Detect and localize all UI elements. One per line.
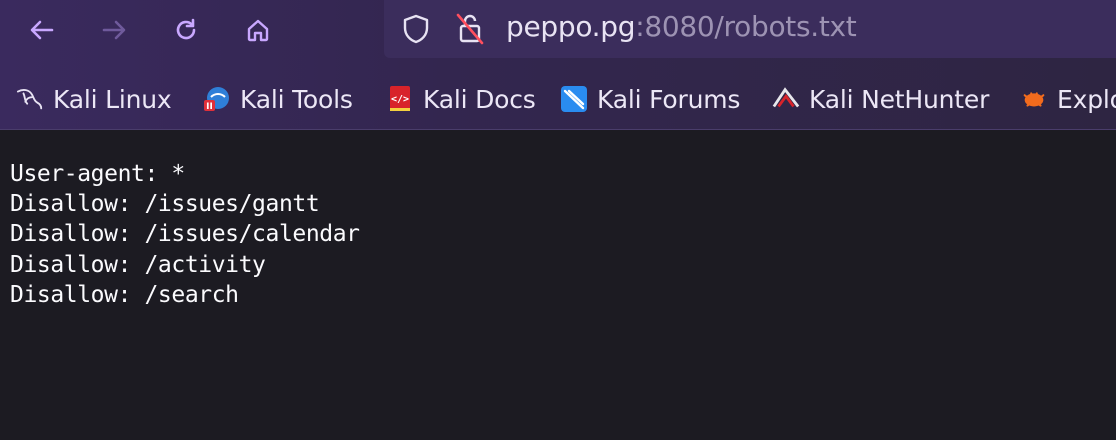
- bookmark-label: Kali Forums: [597, 84, 741, 114]
- nethunter-icon: [772, 85, 800, 113]
- bookmark-kali-docs[interactable]: </> Kali Docs: [386, 84, 536, 114]
- insecure-lock-icon[interactable]: [454, 12, 486, 46]
- text-line: Disallow: /issues/gantt: [10, 191, 320, 218]
- bookmark-label: Kali Tools: [240, 84, 353, 114]
- bookmarks-toolbar: Kali Linux II Kali Tools </> Kali Docs K…: [0, 62, 1116, 130]
- forward-arrow-icon: [102, 20, 126, 40]
- url-bar[interactable]: peppo.pg:8080/robots.txt: [384, 0, 1116, 58]
- kali-tools-icon: II: [203, 85, 231, 113]
- bookmark-kali-nethunter[interactable]: Kali NetHunter: [772, 84, 989, 114]
- bookmark-exploit-db[interactable]: Explo: [1020, 84, 1116, 114]
- bookmark-kali-forums[interactable]: Kali Forums: [560, 84, 740, 114]
- reload-button[interactable]: [164, 8, 208, 52]
- text-line: Disallow: /issues/calendar: [10, 221, 360, 248]
- back-button[interactable]: [20, 8, 64, 52]
- bookmark-label: Kali Docs: [423, 84, 536, 114]
- exploit-db-icon: [1020, 85, 1048, 113]
- home-icon: [247, 19, 269, 42]
- browser-toolbar: peppo.pg:8080/robots.txt: [0, 0, 1116, 62]
- robots-txt-content: User-agent: * Disallow: /issues/gantt Disa…: [10, 159, 360, 310]
- kali-dragon-icon: [16, 85, 44, 113]
- back-arrow-icon: [30, 20, 54, 40]
- svg-text:</>: </>: [391, 94, 409, 105]
- forward-button[interactable]: [92, 8, 136, 52]
- url-path: :8080/robots.txt: [635, 10, 857, 43]
- reload-icon: [176, 18, 196, 40]
- bookmark-label: Explo: [1057, 84, 1116, 114]
- text-line: Disallow: /activity: [10, 251, 266, 278]
- url-host: peppo.pg: [506, 10, 636, 43]
- url-text[interactable]: peppo.pg:8080/robots.txt: [506, 10, 857, 43]
- home-button[interactable]: [236, 8, 280, 52]
- text-line: User-agent: *: [10, 161, 185, 187]
- bookmark-kali-linux[interactable]: Kali Linux: [16, 84, 172, 114]
- bookmark-label: Kali Linux: [53, 84, 172, 114]
- kali-forums-icon: [560, 85, 588, 113]
- svg-text:II: II: [206, 102, 213, 112]
- shield-icon[interactable]: [400, 12, 432, 46]
- bookmark-label: Kali NetHunter: [809, 84, 990, 114]
- text-line: Disallow: /search: [10, 281, 239, 308]
- kali-docs-icon: </>: [386, 85, 414, 113]
- bookmark-kali-tools[interactable]: II Kali Tools: [203, 84, 353, 114]
- page-content: User-agent: * Disallow: /issues/gantt Disa…: [0, 131, 1116, 440]
